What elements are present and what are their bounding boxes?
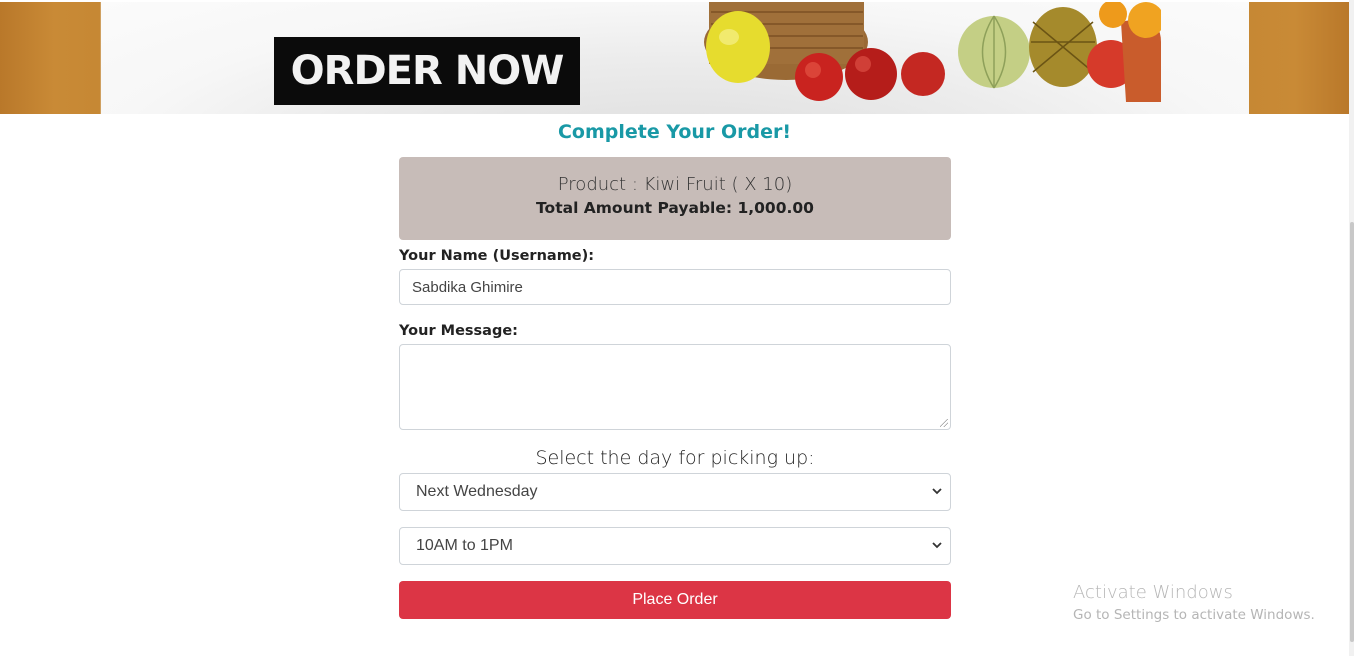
day-select[interactable]: Next Wednesday	[399, 473, 951, 511]
message-label: Your Message:	[399, 323, 518, 339]
hero-banner: ORDER NOW	[0, 2, 1349, 114]
banner-image: ORDER NOW	[101, 2, 1249, 114]
message-textarea[interactable]	[399, 344, 951, 430]
order-now-badge[interactable]: ORDER NOW	[274, 37, 580, 105]
activate-windows-title: Activate Windows	[1073, 582, 1233, 603]
name-label: Your Name (Username):	[399, 248, 595, 264]
resize-grip-icon[interactable]	[940, 419, 948, 427]
chevron-down-icon	[932, 488, 942, 495]
day-select-value: Next Wednesday	[416, 483, 538, 500]
order-summary: Product : Kiwi Fruit ( X 10) Total Amoun…	[399, 157, 951, 240]
total-amount: Total Amount Payable: 1,000.00	[536, 199, 814, 217]
product-line: Product : Kiwi Fruit ( X 10)	[557, 174, 793, 195]
name-input[interactable]	[399, 269, 951, 305]
place-order-button[interactable]: Place Order	[399, 581, 951, 619]
time-select-value: 10AM to 1PM	[416, 537, 513, 554]
chevron-down-icon	[932, 542, 942, 549]
pickup-day-label: Select the day for picking up:	[535, 447, 815, 469]
page-title: Complete Your Order!	[557, 121, 791, 143]
activate-windows-subtitle: Go to Settings to activate Windows.	[1073, 607, 1315, 623]
scrollbar-thumb[interactable]	[1350, 222, 1354, 642]
fruit-basket-image	[704, 2, 1161, 102]
time-select[interactable]: 10AM to 1PM	[399, 527, 951, 565]
